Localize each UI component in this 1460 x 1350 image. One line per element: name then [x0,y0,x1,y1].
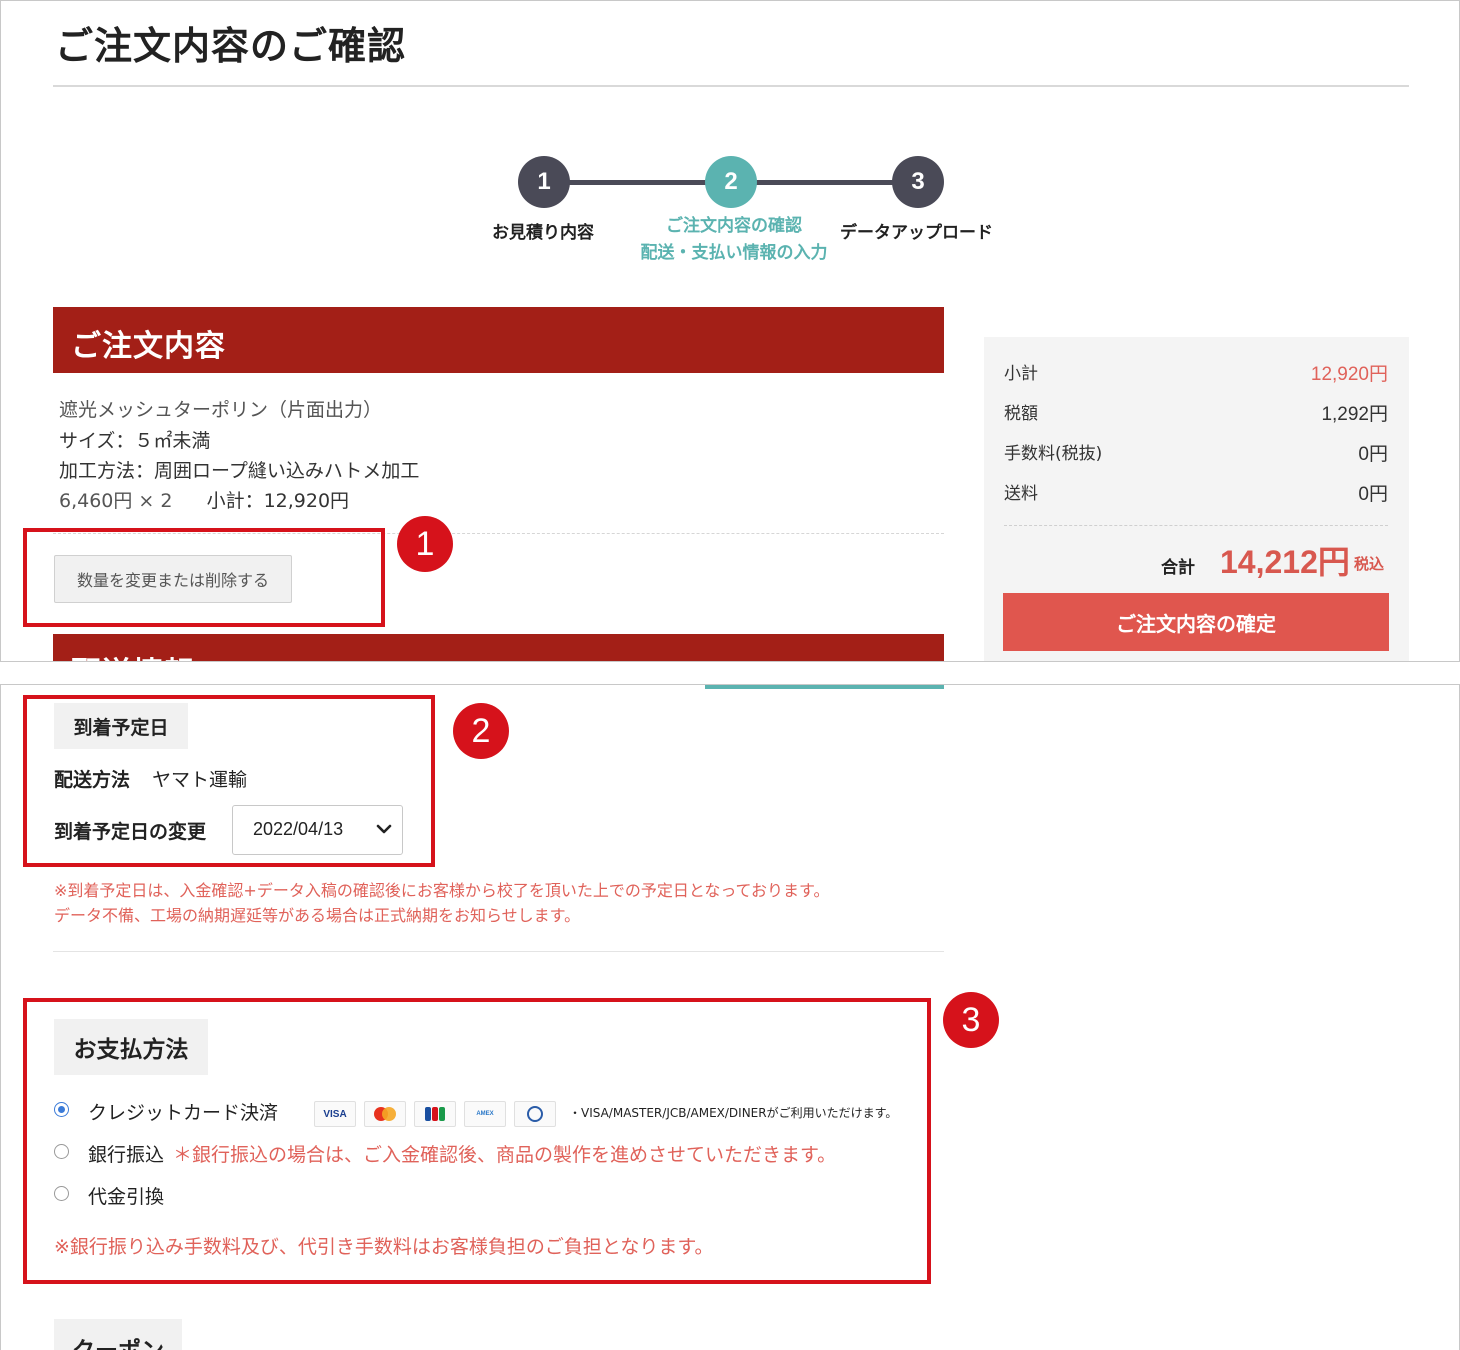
step-2-label-line1: ご注文内容の確認 [666,216,802,236]
title-divider [53,85,1409,87]
annotation-box-3 [23,998,931,1284]
order-confirm-top-screenshot: ご注文内容のご確認 1 2 3 お見積り内容 ご注文内容の確認 配送・支払い情報… [0,0,1460,662]
step-1-label: お見積り内容 [492,223,594,243]
summary-row-shipping: 送料 0円 [1004,479,1388,505]
arrival-note-line2: データ不備、工場の納期遅延等がある場合は正式納期をお知らせします。 [54,906,581,925]
summary-value: 0円 [1358,444,1388,465]
summary-row-tax: 税額 1,292円 [1004,399,1388,425]
panel-gap [0,662,1460,684]
summary-label: 送料 [1004,484,1038,504]
step-3-circle: 3 [892,156,944,208]
order-summary-card: 小計 12,920円 税額 1,292円 手数料(税抜) 0円 送料 0円 合計… [984,337,1409,661]
summary-row-fee: 手数料(税抜) 0円 [1004,439,1388,465]
order-section-title: ご注文内容 [71,329,226,364]
summary-divider [1004,525,1388,526]
step-2-label: ご注文内容の確認 配送・支払い情報の入力 [638,213,830,267]
summary-label: 小計 [1004,364,1038,384]
stepper-connector [544,180,731,185]
annotation-number-1: 1 [397,516,453,572]
total-tax-note: 税込 [1354,555,1385,573]
step-1-circle: 1 [518,156,570,208]
order-section-header: ご注文内容 [53,307,944,373]
annotation-box-1 [23,528,385,627]
delivery-section-title: 配送情報 [71,648,195,661]
product-name: 遮光メッシュターポリン（片面出力） [59,399,383,421]
teal-accent-line [705,685,944,689]
annotation-number-3: 3 [943,992,999,1048]
total-label: 合計 [1161,558,1195,578]
section-divider [53,951,944,952]
product-processing: 加工方法：周囲ロープ縫い込みハトメ加工 [59,460,420,482]
coupon-section-title: クーポン [54,1319,182,1350]
annotation-box-2 [23,695,435,867]
step-3-label: データアップロード [840,223,993,243]
summary-value: 0円 [1358,484,1388,505]
summary-value: 1,292円 [1321,404,1388,425]
summary-value: 12,920円 [1310,364,1388,385]
product-size: サイズ：５㎡未満 [59,430,211,452]
arrival-note-line1: ※到着予定日は、入金確認+データ入稿の確認後にお客様から校了を頂いた上での予定日… [54,881,830,900]
step-2-circle: 2 [705,156,757,208]
step-2-label-line2: 配送・支払い情報の入力 [640,243,828,263]
order-confirm-bottom-screenshot: 到着予定日 配送方法 ヤマト運輸 到着予定日の変更 2022/04/13 2 ※… [0,684,1460,1350]
line-subtotal: 小計：12,920円 [206,490,350,512]
summary-label: 税額 [1004,404,1038,424]
page-title: ご注文内容のご確認 [55,24,407,68]
confirm-order-button[interactable]: ご注文内容の確定 [1003,593,1389,651]
summary-label: 手数料(税抜) [1004,444,1103,464]
delivery-section-header: 配送情報 [53,634,944,661]
annotation-number-2: 2 [453,703,509,759]
unit-price-quantity: 6,460円 × 2 [59,490,173,512]
summary-row-subtotal: 小計 12,920円 [1004,359,1388,385]
stepper-connector [731,180,918,185]
total-value: 14,212円 [1220,544,1350,580]
price-quantity-line: 6,460円 × 2 小計：12,920円 [59,486,349,513]
